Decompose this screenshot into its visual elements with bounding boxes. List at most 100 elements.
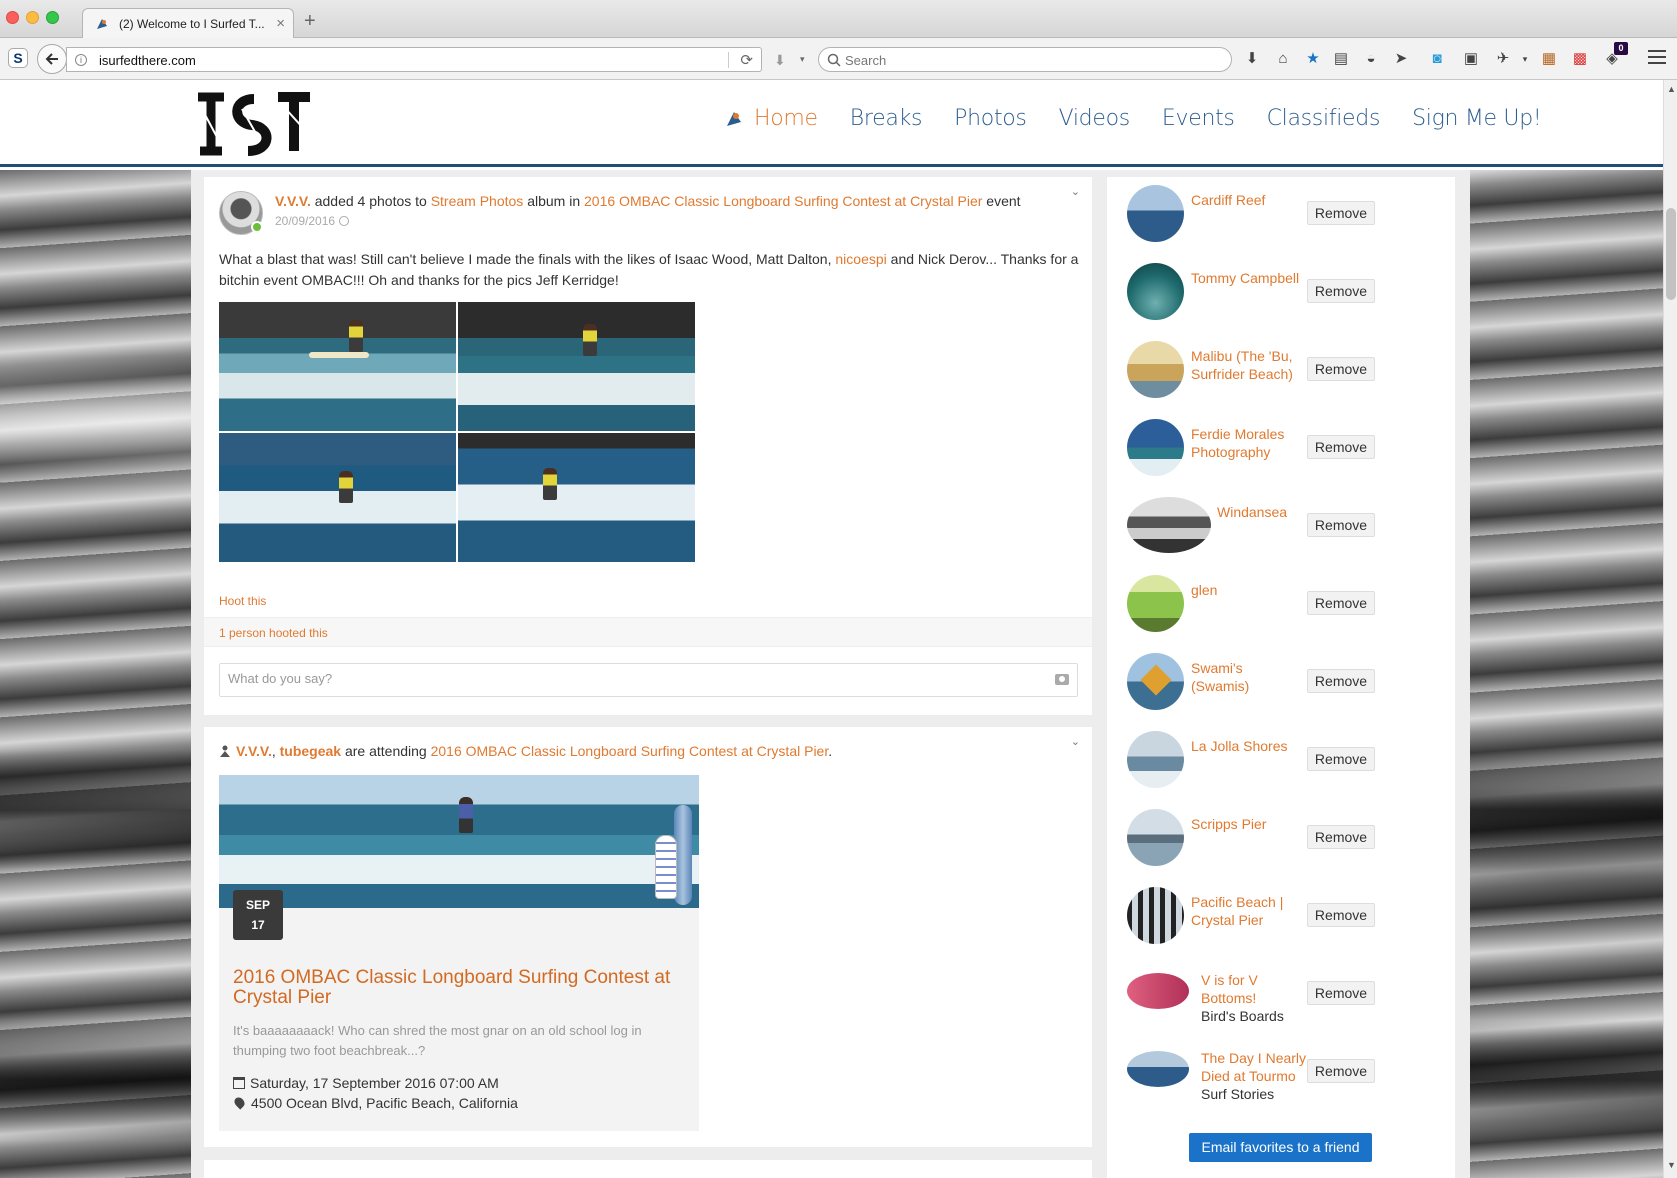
album-link[interactable]: Stream Photos bbox=[431, 193, 524, 209]
download-arrow-icon[interactable]: ⬇ bbox=[774, 52, 786, 69]
nav-videos[interactable]: Videos bbox=[1059, 106, 1131, 131]
favorite-thumbnail[interactable] bbox=[1127, 973, 1189, 1009]
favorite-name-link[interactable]: La Jolla Shores bbox=[1191, 737, 1303, 755]
remove-favorite-button[interactable]: Remove bbox=[1307, 903, 1375, 927]
skype-extension-icon[interactable]: S bbox=[8, 48, 28, 68]
favorite-thumbnail[interactable] bbox=[1127, 341, 1184, 398]
photo-thumbnail[interactable] bbox=[458, 302, 695, 431]
remove-favorite-button[interactable]: Remove bbox=[1307, 981, 1375, 1005]
favorite-thumbnail[interactable] bbox=[1127, 731, 1184, 788]
nav-home[interactable]: Home bbox=[754, 106, 818, 131]
maximize-window-button[interactable] bbox=[46, 11, 59, 24]
favorite-name-link[interactable]: glen bbox=[1191, 581, 1303, 599]
search-box[interactable]: Search bbox=[818, 47, 1232, 72]
remove-favorite-button[interactable]: Remove bbox=[1307, 357, 1375, 381]
nav-breaks[interactable]: Breaks bbox=[850, 106, 923, 131]
camera-icon[interactable] bbox=[1055, 674, 1069, 685]
reading-list-icon[interactable]: ▤ bbox=[1332, 50, 1350, 68]
remove-favorite-button[interactable]: Remove bbox=[1307, 201, 1375, 225]
email-favorites-button[interactable]: Email favorites to a friend bbox=[1189, 1133, 1372, 1162]
calendar-icon bbox=[233, 1077, 245, 1089]
favorite-thumbnail[interactable] bbox=[1127, 575, 1184, 632]
event-banner-image[interactable] bbox=[219, 775, 699, 908]
menu-icon[interactable] bbox=[1648, 50, 1666, 68]
site-logo[interactable] bbox=[192, 89, 314, 159]
home-icon[interactable]: ⌂ bbox=[1274, 50, 1292, 68]
hoot-summary: 1 person hooted this bbox=[204, 617, 1092, 647]
favorite-thumbnail[interactable] bbox=[1127, 809, 1184, 866]
user-link[interactable]: tubegeak bbox=[280, 743, 341, 759]
flag-icon[interactable]: ▩ bbox=[1571, 50, 1589, 68]
photo-thumbnail[interactable] bbox=[458, 433, 695, 562]
minimize-window-button[interactable] bbox=[26, 11, 39, 24]
site-info-icon[interactable]: i bbox=[75, 54, 87, 66]
favorite-thumbnail[interactable] bbox=[1127, 1051, 1189, 1087]
address-bar[interactable]: i isurfedthere.com ⟳ bbox=[66, 47, 762, 72]
scroll-down-arrow-icon[interactable]: ▼ bbox=[1667, 1160, 1676, 1170]
pocket-icon[interactable]: ◒ bbox=[1362, 50, 1380, 68]
nav-photos[interactable]: Photos bbox=[954, 106, 1027, 131]
remove-favorite-button[interactable]: Remove bbox=[1307, 279, 1375, 303]
remove-favorite-button[interactable]: Remove bbox=[1307, 825, 1375, 849]
hoot-this-link[interactable]: Hoot this bbox=[219, 594, 266, 608]
send-icon[interactable]: ➤ bbox=[1392, 50, 1410, 68]
new-tab-button[interactable]: + bbox=[304, 10, 316, 33]
notes-icon[interactable]: ▦ bbox=[1540, 50, 1558, 68]
download-icon[interactable]: ⬇ bbox=[1243, 50, 1261, 68]
favorite-thumbnail[interactable] bbox=[1127, 263, 1184, 320]
remove-favorite-button[interactable]: Remove bbox=[1307, 1059, 1375, 1083]
event-link[interactable]: 2016 OMBAC Classic Longboard Surfing Con… bbox=[584, 193, 982, 209]
comment-input[interactable] bbox=[228, 671, 1008, 686]
dropdown-icon[interactable]: ▾ bbox=[1516, 50, 1534, 68]
bookmark-star-icon[interactable]: ★ bbox=[1304, 50, 1322, 68]
nav-sign-up[interactable]: Sign Me Up! bbox=[1412, 106, 1542, 131]
favorite-category[interactable]: Bird's Boards bbox=[1201, 1007, 1313, 1025]
post-options-chevron-icon[interactable]: ⌄ bbox=[1071, 185, 1080, 198]
favorite-name-link[interactable]: Scripps Pier bbox=[1191, 815, 1303, 833]
favorite-thumbnail[interactable] bbox=[1127, 419, 1184, 476]
favorite-category[interactable]: Surf Stories bbox=[1201, 1085, 1313, 1103]
remove-favorite-button[interactable]: Remove bbox=[1307, 747, 1375, 771]
bird-icon[interactable]: ✈ bbox=[1494, 50, 1512, 68]
favorite-thumbnail[interactable] bbox=[1127, 887, 1184, 944]
remove-favorite-button[interactable]: Remove bbox=[1307, 513, 1375, 537]
favorite-name-link[interactable]: Swami's (Swamis) bbox=[1191, 659, 1303, 695]
user-link[interactable]: V.V.V. bbox=[236, 743, 272, 759]
favorite-thumbnail[interactable] bbox=[1127, 497, 1211, 553]
favorite-name-link[interactable]: Ferdie Morales Photography bbox=[1191, 425, 1303, 461]
tab-close-icon[interactable]: × bbox=[276, 15, 285, 32]
favorite-name-link[interactable]: Pacific Beach | Crystal Pier bbox=[1191, 893, 1303, 929]
favorite-thumbnail[interactable] bbox=[1127, 653, 1184, 710]
favorite-name-link[interactable]: Cardiff Reef bbox=[1191, 191, 1303, 209]
author-link[interactable]: V.V.V. bbox=[275, 193, 311, 209]
photo-thumbnail[interactable] bbox=[219, 302, 456, 431]
event-link[interactable]: 2016 OMBAC Classic Longboard Surfing Con… bbox=[431, 743, 829, 759]
scroll-up-arrow-icon[interactable]: ▲ bbox=[1667, 84, 1676, 94]
skype-icon[interactable]: ◙ bbox=[1428, 50, 1446, 68]
favorite-name-text[interactable]: V is for V Bottoms! bbox=[1201, 972, 1258, 1006]
search-icon bbox=[827, 53, 841, 67]
favorite-name-link[interactable]: Tommy Campbell bbox=[1191, 269, 1303, 287]
nav-events[interactable]: Events bbox=[1162, 106, 1235, 131]
photo-thumbnail[interactable] bbox=[219, 433, 456, 562]
post-options-chevron-icon[interactable]: ⌄ bbox=[1071, 735, 1080, 748]
mention-link[interactable]: nicoespi bbox=[835, 251, 886, 267]
remove-favorite-button[interactable]: Remove bbox=[1307, 435, 1375, 459]
page-scrollbar[interactable]: ▲ ▼ bbox=[1663, 80, 1677, 1178]
remove-favorite-button[interactable]: Remove bbox=[1307, 591, 1375, 615]
remove-favorite-button[interactable]: Remove bbox=[1307, 669, 1375, 693]
favorite-name-text[interactable]: The Day I Nearly Died at Tourmo bbox=[1201, 1050, 1306, 1084]
back-button[interactable] bbox=[37, 44, 67, 74]
scrollbar-thumb[interactable] bbox=[1666, 208, 1676, 300]
nav-classifieds[interactable]: Classifieds bbox=[1267, 106, 1381, 131]
hoot-count-link[interactable]: 1 person hooted this bbox=[219, 626, 328, 640]
favorite-name-link[interactable]: Malibu (The 'Bu, Surfrider Beach) bbox=[1191, 347, 1303, 383]
close-window-button[interactable] bbox=[6, 11, 19, 24]
event-card[interactable]: SEP 17 2016 OMBAC Classic Longboard Surf… bbox=[219, 775, 699, 1131]
youtube-icon[interactable]: ▣ bbox=[1462, 50, 1480, 68]
favorite-thumbnail[interactable] bbox=[1127, 185, 1184, 242]
event-title-link[interactable]: 2016 OMBAC Classic Longboard Surfing Con… bbox=[233, 968, 683, 1008]
browser-tab[interactable]: (2) Welcome to I Surfed T... × bbox=[82, 8, 294, 39]
download-dropdown-icon[interactable]: ▾ bbox=[800, 54, 805, 65]
reload-icon[interactable]: ⟳ bbox=[740, 51, 753, 69]
